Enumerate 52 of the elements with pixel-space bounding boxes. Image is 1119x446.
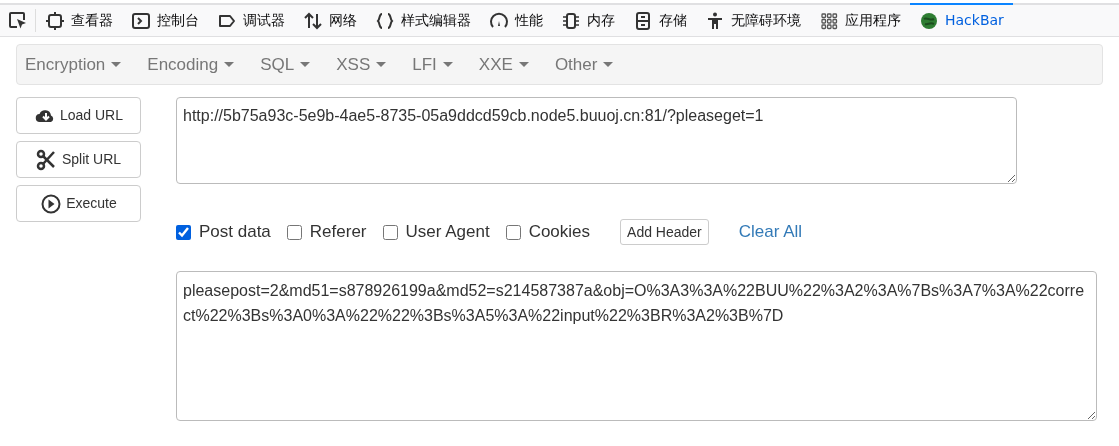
caret-icon [518, 62, 529, 67]
devtools-tab[interactable]: 调试器 [208, 3, 294, 36]
devtools-tab[interactable]: HackBar [910, 3, 1013, 36]
chip-icon [561, 10, 581, 31]
cabinet-icon [633, 10, 653, 31]
grid-icon [819, 10, 839, 31]
arrows-icon [303, 10, 323, 31]
toolbar-button[interactable]: Load URL [16, 97, 141, 134]
clear-all-link[interactable]: Clear All [738, 219, 803, 245]
devtools-tab[interactable]: 网络 [294, 3, 366, 36]
checkbox[interactable] [176, 224, 191, 240]
dropdown-menu[interactable]: Encoding [139, 51, 243, 78]
caret-icon [376, 62, 387, 67]
caret-icon [111, 62, 122, 67]
post-data-field[interactable]: pleasepost=2&md51=s878926199a&md52=s214587387a&obj=O%3A3%3A%22BUU%22%3A2%3A%7Bs%3A7%3A%22correct%22%3Bs%3A0%3A%22%22%3Bs%3A5%3A%22input%22%3BR%3A2%3B%7D [176, 271, 1097, 421]
add-header-button[interactable]: Add Header [620, 219, 709, 245]
play-circle-icon [40, 192, 63, 215]
element-picker-icon[interactable] [7, 10, 28, 31]
checkbox[interactable] [286, 224, 302, 240]
target-icon [45, 10, 65, 31]
checkbox-label: User Agent [405, 221, 490, 244]
devtools-tab[interactable]: 控制台 [122, 3, 208, 36]
dropdown-menu[interactable]: Encryption [17, 51, 130, 78]
checkbox-label: Cookies [528, 221, 591, 244]
devtools-tab[interactable]: 样式编辑器 [366, 3, 480, 36]
console-icon [131, 10, 151, 31]
dropdown-menu[interactable]: SQL [252, 51, 319, 78]
ball-icon [919, 10, 939, 31]
toolbar-button[interactable]: Execute [16, 185, 141, 222]
scissors-icon [35, 148, 58, 171]
caret-icon [224, 62, 235, 67]
braces-icon [375, 10, 395, 31]
toolbar-button[interactable]: Split URL [16, 141, 141, 178]
checkbox[interactable] [382, 224, 398, 240]
caret-icon [300, 62, 311, 67]
caret-icon [442, 62, 453, 67]
caret-icon [603, 62, 614, 67]
devtools-tab[interactable]: 无障碍环境 [696, 3, 810, 36]
devtools-tab[interactable]: 存储 [624, 3, 696, 36]
dropdown-menu[interactable]: XXE [470, 51, 537, 78]
checkbox-label: Referer [309, 221, 367, 244]
devtools-tab[interactable]: 查看器 [36, 3, 122, 36]
devtools-tab[interactable]: 性能 [480, 3, 552, 36]
person-icon [705, 10, 725, 31]
devtools-tab[interactable]: 内存 [552, 3, 624, 36]
devtools-tab[interactable]: 应用程序 [810, 3, 910, 36]
checkbox-label: Post data [199, 221, 271, 244]
dropdown-menu[interactable]: XSS [328, 51, 395, 78]
checkbox[interactable] [505, 224, 521, 240]
dropdown-menu[interactable]: LFI [404, 51, 461, 78]
dropdown-menu[interactable]: Other [546, 51, 622, 78]
url-field[interactable]: http://5b75a93c-5e9b-4ae5-8735-05a9ddcd59cb.node5.buuoj.cn:81/?pleaseget=1 [176, 97, 1017, 184]
